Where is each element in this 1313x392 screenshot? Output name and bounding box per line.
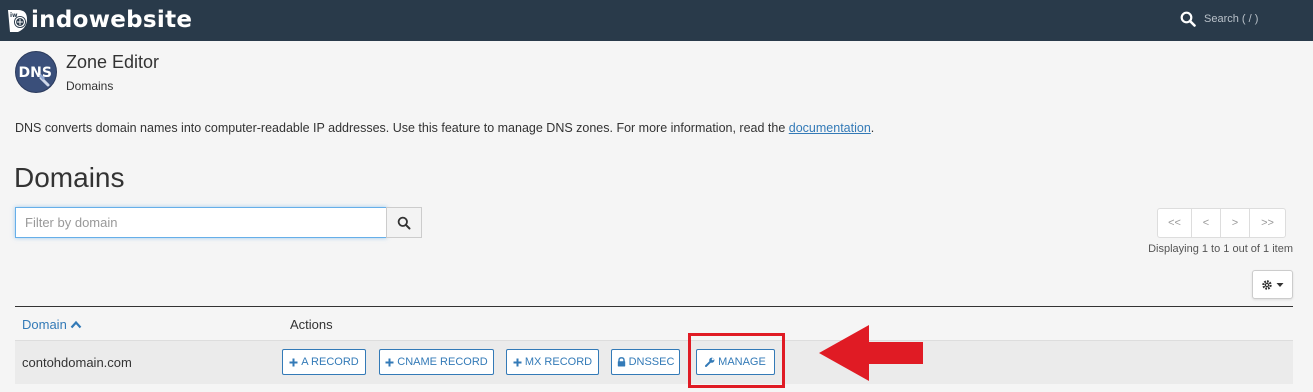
plus-icon bbox=[513, 358, 522, 366]
page-header: DNS Zone Editor Domains bbox=[15, 51, 159, 95]
svg-text:iw: iw bbox=[10, 12, 18, 19]
actions-column-header: Actions bbox=[290, 317, 333, 332]
breadcrumb: Domains bbox=[66, 79, 114, 93]
pagination-last-button[interactable]: >> bbox=[1249, 208, 1286, 238]
plus-icon bbox=[385, 358, 394, 366]
pagination-first-button[interactable]: << bbox=[1157, 208, 1192, 238]
domain-cell: contohdomain.com bbox=[22, 355, 132, 370]
description-suffix: . bbox=[870, 121, 875, 135]
search-icon bbox=[397, 216, 411, 229]
domain-column-header[interactable]: Domain bbox=[22, 317, 82, 332]
a-record-label: A RECORD bbox=[301, 356, 359, 368]
cname-record-button[interactable]: CNAME RECORD bbox=[379, 349, 494, 375]
page-title: Zone Editor bbox=[66, 52, 160, 72]
table-row: contohdomain.com A RECORD CNAME RECORD M… bbox=[15, 340, 1293, 384]
top-navbar: iw indowebsite bbox=[0, 0, 1313, 41]
brand-logo[interactable]: iw indowebsite bbox=[5, 4, 192, 36]
dns-icon-label: DNS bbox=[19, 65, 52, 81]
search-icon bbox=[1180, 11, 1196, 27]
mx-record-label: MX RECORD bbox=[524, 356, 593, 368]
a-record-button[interactable]: A RECORD bbox=[282, 349, 366, 375]
page-description: DNS converts domain names into computer-… bbox=[15, 121, 874, 135]
annotation-highlight-box bbox=[688, 333, 785, 388]
pagination: << < > >> bbox=[1157, 208, 1286, 238]
mx-record-button[interactable]: MX RECORD bbox=[506, 349, 599, 375]
domain-column-label: Domain bbox=[22, 317, 67, 332]
table-settings-button[interactable] bbox=[1252, 270, 1293, 299]
brand-name: indowebsite bbox=[31, 7, 193, 33]
domain-filter-input[interactable] bbox=[15, 207, 387, 238]
brand-logo-icon: iw bbox=[8, 10, 27, 32]
section-title: Domains bbox=[14, 162, 125, 193]
annotation-arrow-icon bbox=[819, 325, 923, 381]
pagination-prev-button[interactable]: < bbox=[1191, 208, 1221, 238]
lock-icon bbox=[617, 357, 625, 367]
pagination-status: Displaying 1 to 1 out of 1 item bbox=[1148, 243, 1293, 255]
dns-icon: DNS bbox=[15, 51, 57, 93]
chevron-up-icon bbox=[70, 320, 82, 329]
global-search[interactable] bbox=[1180, 9, 1304, 29]
description-text: DNS converts domain names into computer-… bbox=[15, 121, 789, 135]
dnssec-button[interactable]: DNSSEC bbox=[611, 349, 680, 375]
pagination-next-button[interactable]: > bbox=[1220, 208, 1250, 238]
filter-search-button[interactable] bbox=[386, 207, 422, 238]
table-header: Domain Actions bbox=[15, 306, 1293, 340]
plus-icon bbox=[289, 358, 298, 366]
global-search-input[interactable] bbox=[1204, 13, 1304, 25]
documentation-link[interactable]: documentation bbox=[789, 121, 871, 135]
caret-down-icon bbox=[1276, 282, 1284, 287]
gear-icon bbox=[1262, 279, 1272, 290]
domains-table: Domain Actions contohdomain.com A RECORD… bbox=[15, 306, 1293, 384]
cname-record-label: CNAME RECORD bbox=[397, 356, 488, 368]
dnssec-label: DNSSEC bbox=[628, 356, 675, 368]
